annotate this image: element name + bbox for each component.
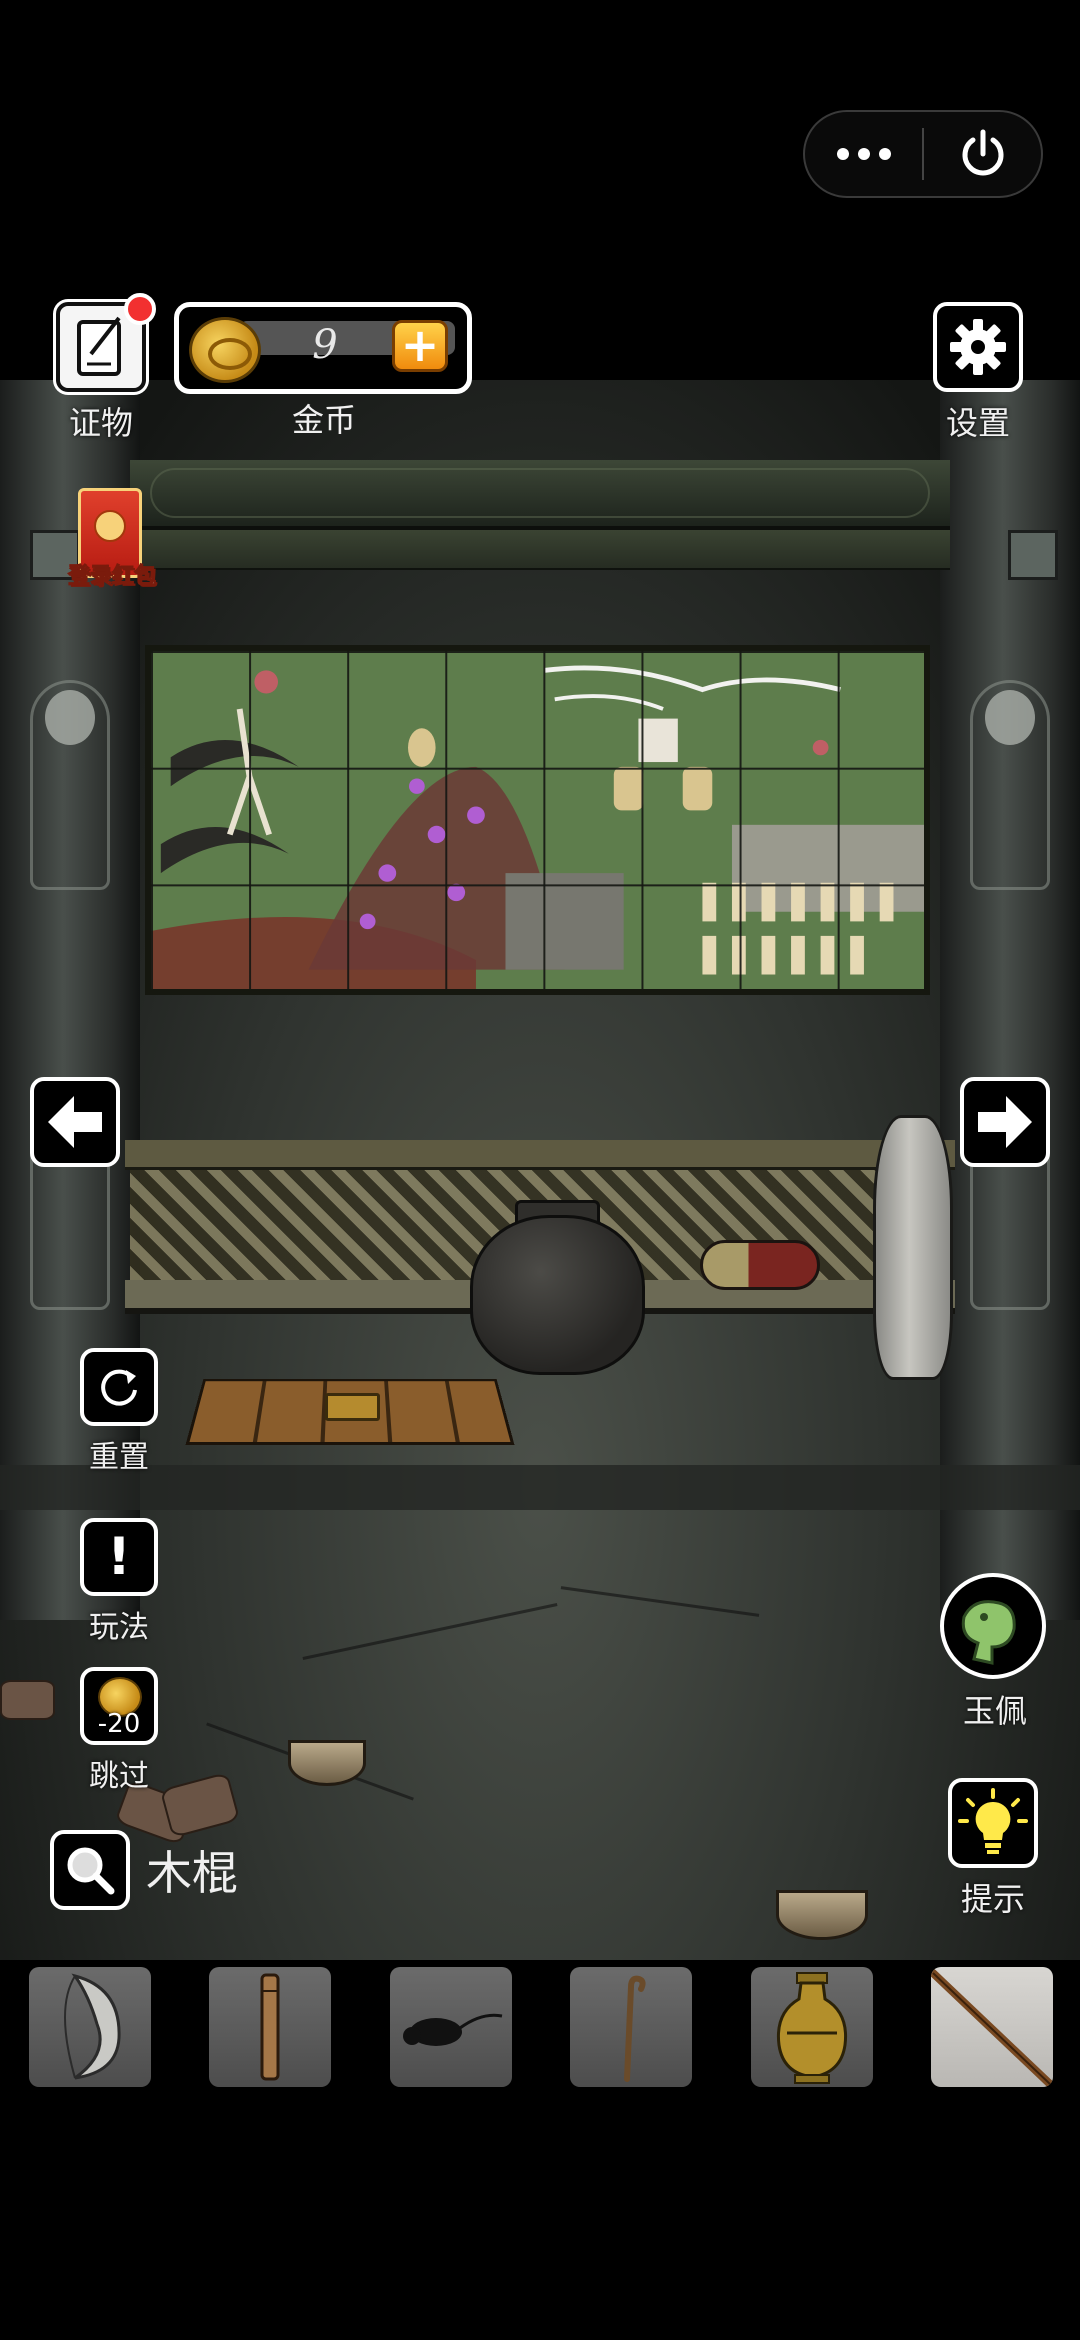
miniprogram-capsule [803,110,1043,198]
selected-item-jade-pendant[interactable] [940,1573,1046,1679]
small-golden-box[interactable] [325,1393,380,1421]
inventory-bar [29,1967,1053,2087]
floor-crack [302,1603,558,1660]
coins-label: 金币 [291,401,356,439]
item-search-row: 木棍 [50,1830,238,1910]
clay-pot[interactable] [470,1215,645,1375]
skip-button[interactable]: -20 跳过 [77,1667,161,1795]
rubble [0,1680,55,1720]
add-coins-button[interactable]: + [392,320,448,372]
floor-step [0,1465,1080,1510]
floor-crack [560,1586,760,1617]
broken-bowl[interactable] [288,1740,366,1786]
login-redpacket-button[interactable]: 登录红包 [66,488,157,596]
gold-coin-icon [189,317,261,383]
walking-cane-icon [624,1975,646,2082]
notification-dot [124,293,156,325]
skip-cost: -20 [97,1709,141,1739]
white-amphora[interactable] [873,1115,953,1380]
settings-label: 设置 [945,404,1010,442]
wooden-stick-icon [930,1969,1053,2087]
arrow-left-icon [48,1096,102,1148]
inventory-slot-wooden-tube[interactable] [209,1967,332,2087]
inventory-slot-wooden-stick[interactable] [930,1967,1053,2087]
found-item-name: 木棍 [146,1846,238,1900]
redpacket-label: 登录红包 [67,564,156,590]
lintel-ornament [150,468,930,518]
gear-icon [933,302,1023,392]
inventory-slot-crescent-stone[interactable] [29,1967,151,2087]
magnifier-icon[interactable] [50,1830,130,1910]
statue-face [45,690,95,745]
inventory-slot-walking-cane[interactable] [570,1967,693,2087]
exclamation-icon: ! [80,1518,158,1596]
lightbulb-icon [948,1778,1038,1868]
power-icon [962,129,1003,176]
nav-right-button[interactable] [960,1077,1050,1167]
mural-painting [151,651,924,989]
selected-item-label: 玉佩 [962,1692,1027,1730]
hint-label: 提示 [960,1880,1025,1918]
rubble [159,1771,241,1839]
rolled-scroll[interactable] [700,1240,820,1290]
reset-button[interactable]: 重置 [77,1348,161,1476]
shelf-top [125,1140,955,1170]
exit-button[interactable] [924,112,1041,196]
wooden-tube-icon [260,1973,280,2081]
evidence-label: 证物 [68,404,133,442]
pillar-cap-right [1008,530,1058,580]
arrow-right-icon [978,1096,1032,1148]
howto-button[interactable]: ! 玩法 [77,1518,161,1646]
refresh-icon [80,1348,158,1426]
crescent-stone-icon [64,1973,121,2080]
statue-face [985,690,1035,745]
inventory-slot-bronze-vase[interactable] [750,1967,873,2087]
more-button[interactable] [805,112,922,196]
bronze-vase-icon [776,1972,847,2084]
more-dots-icon [836,148,891,160]
jade-pendant-icon [961,1600,1016,1665]
hint-button[interactable]: 提示 [948,1778,1038,1920]
settings-button[interactable]: 设置 [933,302,1023,444]
nav-left-button[interactable] [30,1077,120,1167]
plus-icon: + [400,318,440,372]
skip-coin-box: -20 [80,1667,158,1745]
inventory-slot-dead-rat[interactable] [389,1967,512,2087]
skip-label: 跳过 [89,1759,149,1794]
beam [130,530,950,570]
broken-bowl[interactable] [776,1890,868,1940]
howto-label: 玩法 [89,1610,149,1645]
mural-tile-puzzle[interactable] [145,645,930,995]
reset-label: 重置 [89,1440,149,1475]
envelope-seal [94,510,126,542]
dead-rat-icon [402,2013,503,2046]
coin-count: 9 [312,322,338,368]
tomb-room-scene [0,380,1080,1960]
